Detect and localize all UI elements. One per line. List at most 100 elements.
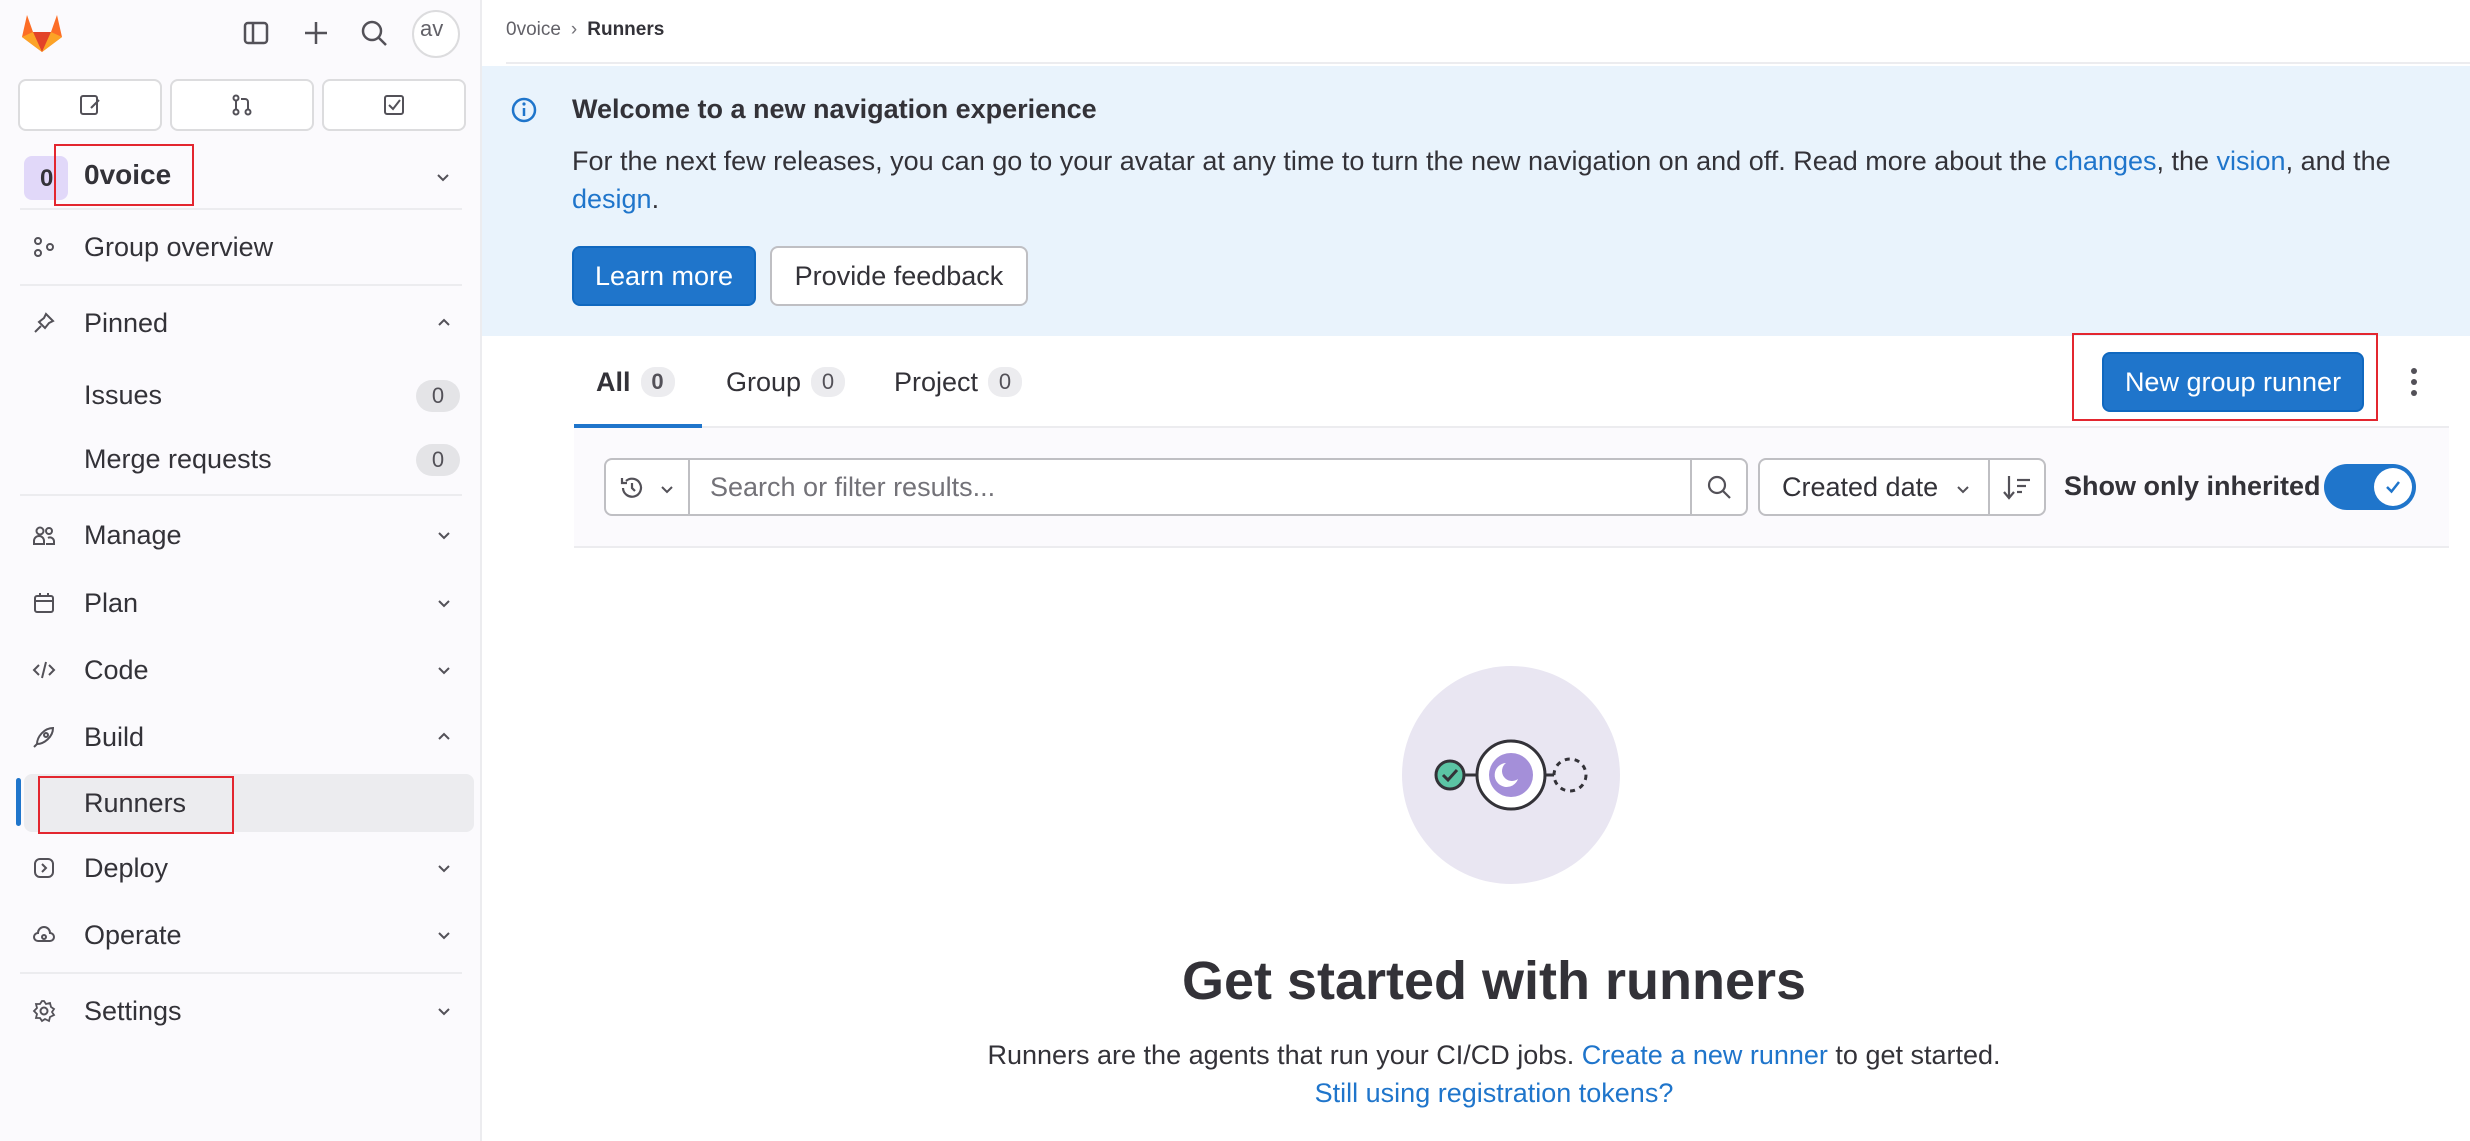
chevron-down-icon bbox=[434, 168, 452, 186]
sidebar-item-manage[interactable]: Manage bbox=[18, 506, 474, 564]
tab-label: Group bbox=[726, 366, 802, 397]
empty-desc-part: Runners are the agents that run your CI/… bbox=[987, 1040, 1582, 1070]
sidebar-item-code[interactable]: Code bbox=[18, 641, 474, 699]
info-icon bbox=[510, 96, 538, 124]
banner-text-part: , the bbox=[2156, 146, 2217, 176]
banner-text-part: , and the bbox=[2285, 146, 2391, 176]
sidebar-item-group-overview[interactable]: Group overview bbox=[18, 218, 474, 276]
group-name: 0voice bbox=[84, 159, 172, 190]
chevron-down-icon bbox=[434, 525, 454, 545]
create-new-runner-link[interactable]: Create a new runner bbox=[1582, 1040, 1828, 1070]
provide-feedback-button[interactable]: Provide feedback bbox=[770, 246, 1028, 306]
tab-count-badge: 0 bbox=[988, 367, 1023, 397]
tab-label: All bbox=[596, 366, 631, 397]
show-inherited-label: Show only inherited bbox=[2064, 471, 2321, 501]
registration-tokens-row: Still using registration tokens? bbox=[482, 1078, 2470, 1109]
learn-more-button[interactable]: Learn more bbox=[572, 246, 756, 306]
merge-request-icon bbox=[230, 93, 254, 117]
create-new-icon[interactable] bbox=[296, 14, 336, 52]
gitlab-logo-icon[interactable] bbox=[20, 12, 64, 54]
user-avatar[interactable]: av bbox=[412, 10, 460, 58]
sidebar-item-label: Deploy bbox=[84, 853, 169, 883]
divider bbox=[20, 972, 462, 974]
gear-icon bbox=[32, 999, 56, 1023]
tab-all[interactable]: All 0 bbox=[574, 336, 697, 428]
sidebar-item-settings[interactable]: Settings bbox=[18, 982, 474, 1040]
sidebar-item-issues[interactable]: Issues 0 bbox=[18, 366, 474, 424]
sidebar-item-label: Manage bbox=[84, 520, 182, 550]
toggle-sidebar-icon[interactable] bbox=[236, 14, 276, 52]
thumbtack-icon bbox=[32, 311, 56, 335]
sidebar-item-label: Plan bbox=[84, 588, 139, 618]
chevron-down-icon bbox=[434, 925, 454, 945]
count-badge: 0 bbox=[416, 444, 460, 476]
divider bbox=[20, 494, 462, 496]
new-group-runner-button[interactable]: New group runner bbox=[2102, 352, 2364, 412]
search-submit-button[interactable] bbox=[1690, 458, 1748, 516]
sort-field-dropdown[interactable]: Created date bbox=[1758, 458, 1990, 516]
group-avatar: 0 bbox=[24, 156, 68, 200]
divider bbox=[20, 284, 462, 286]
sort-direction-button[interactable] bbox=[1988, 458, 2046, 516]
group-context-switcher[interactable]: 0 0voice bbox=[20, 152, 470, 204]
sidebar-item-merge-requests[interactable]: Merge requests 0 bbox=[18, 430, 474, 488]
sidebar-item-deploy[interactable]: Deploy bbox=[18, 839, 474, 897]
users-icon bbox=[32, 523, 56, 547]
chevron-down-icon bbox=[658, 480, 676, 498]
sidebar-item-label: Merge requests bbox=[84, 444, 272, 474]
history-icon bbox=[618, 474, 646, 502]
chevron-down-icon bbox=[434, 660, 454, 680]
sidebar-item-label: Operate bbox=[84, 920, 182, 950]
banner-title: Welcome to a new navigation experience bbox=[572, 94, 1097, 124]
sidebar-item-label: Runners bbox=[84, 788, 187, 818]
show-inherited-toggle[interactable] bbox=[2324, 464, 2416, 510]
sidebar-item-label: Issues bbox=[84, 380, 163, 410]
sidebar-item-label: Group overview bbox=[84, 232, 274, 262]
sidebar-item-runners[interactable]: Runners bbox=[24, 774, 474, 832]
banner-text-part: For the next few releases, you can go to… bbox=[572, 146, 2055, 176]
tab-count-badge: 0 bbox=[811, 367, 846, 397]
banner-text: For the next few releases, you can go to… bbox=[572, 142, 2432, 218]
registration-tokens-link[interactable]: Still using registration tokens? bbox=[1315, 1078, 1674, 1108]
sort-field-label: Created date bbox=[1782, 472, 1939, 502]
deploy-icon bbox=[32, 856, 56, 880]
check-icon bbox=[2374, 468, 2412, 506]
chevron-down-icon bbox=[434, 858, 454, 878]
banner-text-part: . bbox=[651, 184, 660, 214]
design-link[interactable]: design bbox=[572, 184, 652, 214]
cloud-gear-icon bbox=[32, 923, 56, 947]
merge-requests-button[interactable] bbox=[170, 79, 314, 131]
group-icon bbox=[32, 235, 56, 259]
empty-desc-part: to get started. bbox=[1827, 1040, 2001, 1070]
assigned-issues-button[interactable] bbox=[18, 79, 162, 131]
vision-link[interactable]: vision bbox=[2217, 146, 2286, 176]
breadcrumb: 0voice › Runners bbox=[506, 0, 2470, 64]
divider bbox=[20, 208, 462, 210]
active-indicator bbox=[16, 778, 21, 826]
sidebar-item-plan[interactable]: Plan bbox=[18, 574, 474, 632]
sidebar-section-pinned[interactable]: Pinned bbox=[18, 294, 474, 352]
tab-group[interactable]: Group 0 bbox=[726, 336, 846, 428]
breadcrumb-group-link[interactable]: 0voice bbox=[506, 19, 561, 40]
todo-list-button[interactable] bbox=[322, 79, 466, 131]
search-input[interactable]: Search or filter results... bbox=[688, 458, 1692, 516]
empty-state-description: Runners are the agents that run your CI/… bbox=[482, 1040, 2470, 1071]
sidebar-item-build[interactable]: Build bbox=[18, 708, 474, 766]
sidebar: av 0 0voice Group overview Pinned Issues… bbox=[0, 0, 482, 1141]
changes-link[interactable]: changes bbox=[2054, 146, 2156, 176]
sidebar-item-label: Settings bbox=[84, 996, 182, 1026]
more-actions-icon[interactable] bbox=[2402, 364, 2426, 400]
tab-project[interactable]: Project 0 bbox=[894, 336, 1023, 428]
runners-empty-illustration bbox=[1402, 666, 1620, 884]
chevron-down-icon bbox=[1954, 480, 1972, 498]
issues-icon bbox=[78, 93, 102, 117]
search-icon[interactable] bbox=[354, 14, 394, 52]
sidebar-top-bar: av bbox=[0, 0, 482, 66]
chevron-up-icon bbox=[434, 313, 454, 333]
filter-bar: Search or filter results... Created date… bbox=[574, 428, 2449, 548]
sidebar-item-operate[interactable]: Operate bbox=[18, 906, 474, 964]
tab-label: Project bbox=[894, 366, 979, 397]
empty-state-title: Get started with runners bbox=[1181, 951, 1807, 1011]
search-history-dropdown[interactable] bbox=[604, 458, 690, 516]
main-content: 0voice › Runners Welcome to a new navigati… bbox=[482, 0, 2470, 1141]
